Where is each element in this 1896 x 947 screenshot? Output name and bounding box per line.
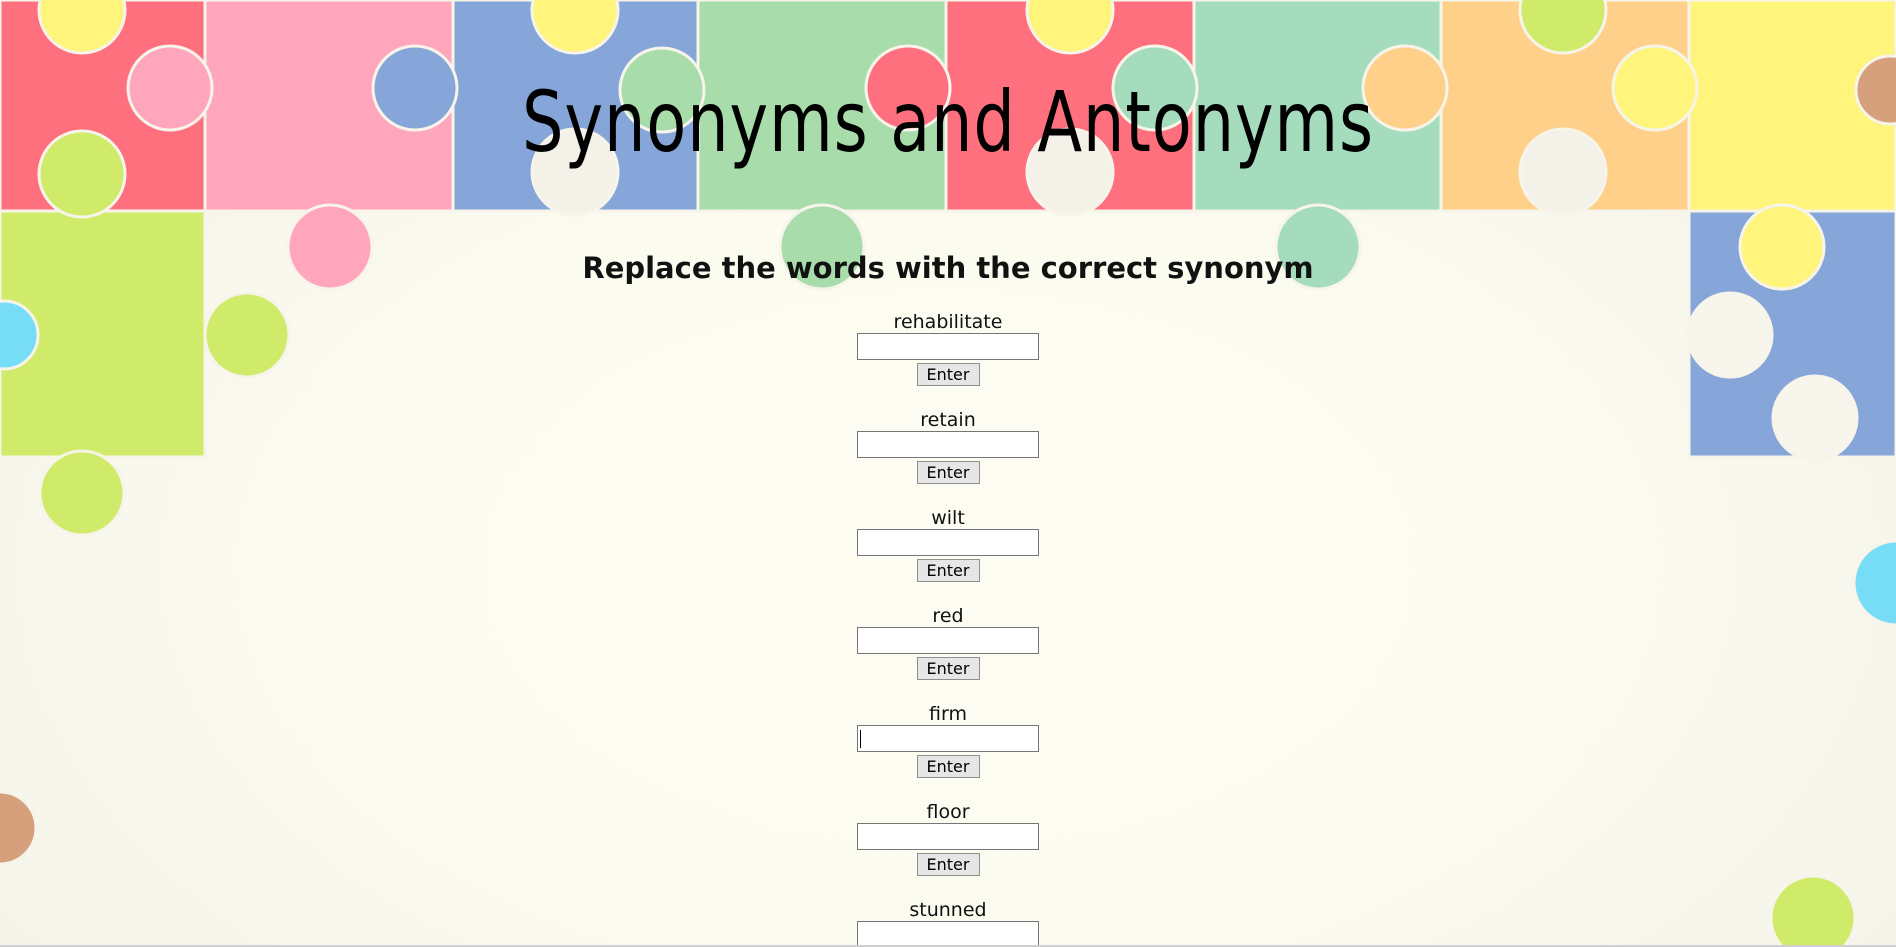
enter-button[interactable]: Enter xyxy=(916,461,980,484)
word-block-2: retain Enter xyxy=(0,409,1896,499)
word-label: firm xyxy=(929,703,967,725)
synonym-input[interactable] xyxy=(857,627,1039,654)
enter-button[interactable]: Enter xyxy=(916,657,980,680)
enter-button[interactable]: Enter xyxy=(916,755,980,778)
page-title: Synonyms and Antonyms xyxy=(522,73,1374,171)
enter-button[interactable]: Enter xyxy=(916,559,980,582)
word-label: red xyxy=(932,605,964,627)
word-block-3: wilt Enter xyxy=(0,507,1896,597)
word-block-5: firm Enter xyxy=(0,703,1896,793)
text-cursor xyxy=(860,730,861,748)
word-label: floor xyxy=(926,801,970,823)
word-label: wilt xyxy=(931,507,965,529)
enter-button[interactable]: Enter xyxy=(916,363,980,386)
word-label: stunned xyxy=(909,899,987,921)
synonym-input[interactable] xyxy=(857,921,1039,947)
main-content: Synonyms and Antonyms Replace the words … xyxy=(0,0,1896,947)
word-block-6: floor Enter xyxy=(0,801,1896,891)
word-label: retain xyxy=(920,409,976,431)
synonym-input[interactable] xyxy=(857,431,1039,458)
word-block-7: stunned xyxy=(0,899,1896,947)
synonym-input[interactable] xyxy=(857,823,1039,850)
synonym-input[interactable] xyxy=(857,529,1039,556)
word-label: rehabilitate xyxy=(893,311,1003,333)
enter-button[interactable]: Enter xyxy=(916,853,980,876)
synonym-input-focused[interactable] xyxy=(857,725,1039,752)
word-block-1: rehabilitate Enter xyxy=(0,311,1896,401)
synonym-input[interactable] xyxy=(857,333,1039,360)
instruction-heading: Replace the words with the correct synon… xyxy=(582,251,1314,285)
word-block-4: red Enter xyxy=(0,605,1896,695)
